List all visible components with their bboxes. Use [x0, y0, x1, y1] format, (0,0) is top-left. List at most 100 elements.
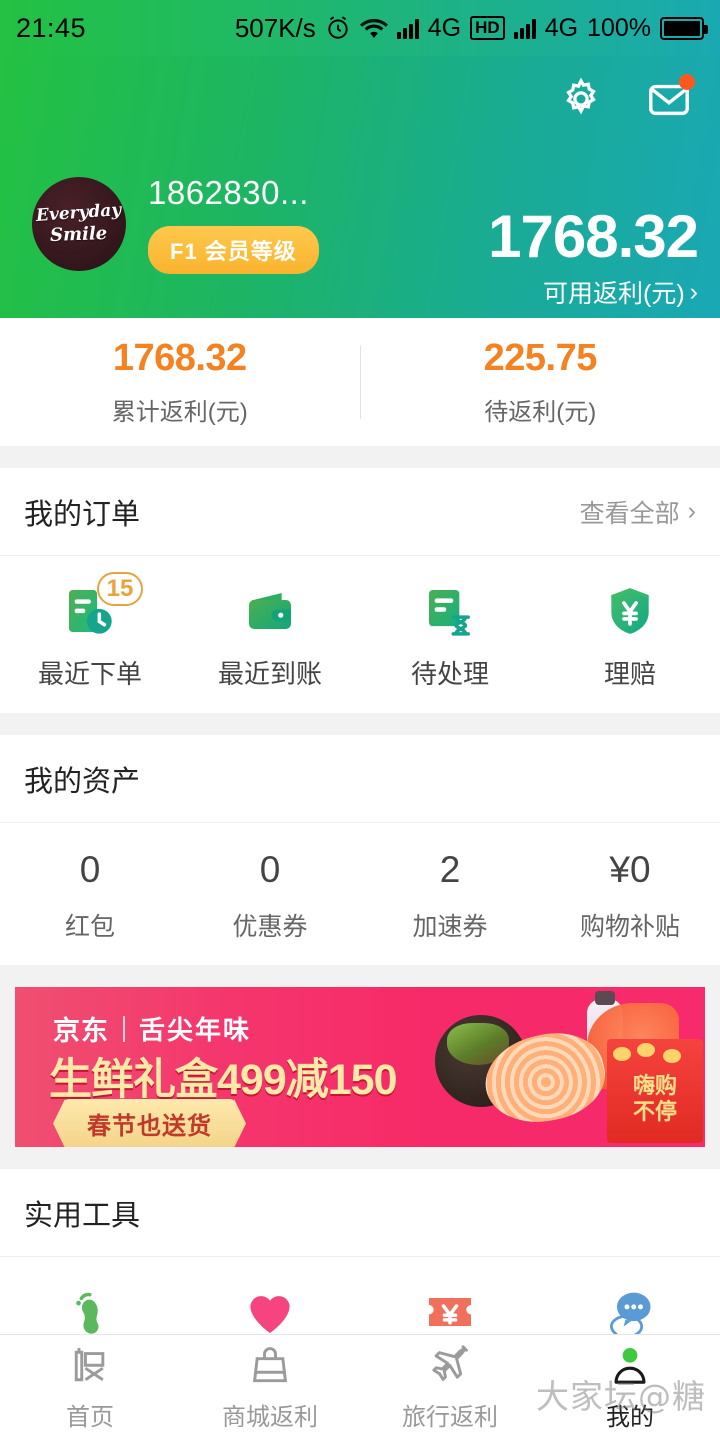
- order-hourglass-icon: [421, 582, 479, 640]
- order-item-received[interactable]: 最近到账: [180, 582, 360, 691]
- banner-brand-row: 京东 舌尖年味: [53, 1009, 251, 1048]
- status-time: 21:45: [16, 12, 87, 43]
- network-type-sim2: 4G: [544, 13, 579, 42]
- tool-item-chat[interactable]: [540, 1283, 720, 1341]
- tools-header: 实用工具: [0, 1169, 720, 1257]
- battery-icon: [660, 16, 708, 40]
- nav-item-label: 首页: [66, 1404, 114, 1431]
- rebate-stats-bar: 1768.32 累计返利(元) 225.75 待返利(元): [0, 318, 720, 446]
- my-assets-header: 我的资产: [0, 735, 720, 823]
- nav-item-travel-rebate[interactable]: 旅行返利: [360, 1343, 540, 1432]
- section-title: 实用工具: [24, 1199, 141, 1232]
- available-balance[interactable]: 1768.32 可用返利(元) ›: [488, 203, 699, 310]
- stat-label: 待返利(元): [484, 399, 597, 426]
- asset-label: 购物补贴: [579, 913, 680, 941]
- asset-item-subsidy[interactable]: ¥0 购物补贴: [540, 849, 720, 943]
- promo-banner[interactable]: 京东 舌尖年味 生鲜礼盒499减150 春节也送货 嗨购 不停: [15, 987, 705, 1147]
- footprint-icon: [61, 1283, 119, 1341]
- avatar-text-line1: Everyday: [35, 200, 123, 226]
- envelope-text: 嗨购 不停: [607, 1073, 703, 1125]
- network-speed: 507K/s: [234, 12, 316, 43]
- profile-block[interactable]: Everyday Smile 1862830... F1 会员等级: [32, 174, 319, 274]
- section-gap: [0, 965, 720, 987]
- nav-item-label: 旅行返利: [402, 1404, 498, 1431]
- promo-banner-wrap: 京东 舌尖年味 生鲜礼盒499减150 春节也送货 嗨购 不停: [0, 987, 720, 1147]
- stat-label: 累计返利(元): [111, 399, 248, 426]
- view-all-orders-button[interactable]: 查看全部 ›: [580, 494, 696, 530]
- airplane-icon: [427, 1343, 473, 1389]
- envelope-line2: 不停: [632, 1099, 677, 1124]
- mail-notification-dot: [679, 74, 695, 90]
- asset-item-coupon[interactable]: 0 优惠券: [180, 849, 360, 943]
- banner-cta-button[interactable]: 春节也送货: [63, 1099, 236, 1147]
- avatar-text-line2: Smile: [50, 223, 108, 246]
- asset-value: 0: [79, 849, 101, 890]
- nav-item-home[interactable]: 首页: [0, 1343, 180, 1432]
- coin-shape: [613, 1047, 631, 1061]
- asset-label: 红包: [64, 913, 115, 941]
- coin-shape: [637, 1043, 655, 1057]
- chat-bubble-icon: [601, 1283, 659, 1341]
- coin-shape: [663, 1049, 681, 1063]
- home-rebate-icon: [67, 1343, 113, 1389]
- username: 1862830...: [148, 174, 309, 211]
- chevron-right-icon: ›: [689, 277, 698, 306]
- order-item-label: 最近到账: [217, 659, 322, 689]
- assets-grid: 0 红包 0 优惠券 2 加速券 ¥0 购物补贴: [0, 823, 720, 965]
- stat-cumulative-rebate[interactable]: 1768.32 累计返利(元): [0, 337, 360, 427]
- mail-icon[interactable]: [646, 74, 695, 122]
- order-count-badge: 15: [97, 572, 143, 606]
- stat-pending-rebate[interactable]: 225.75 待返利(元): [361, 337, 720, 427]
- avatar[interactable]: Everyday Smile: [32, 177, 126, 271]
- red-envelope-image: 嗨购 不停: [607, 1039, 703, 1143]
- section-gap: [0, 1147, 720, 1169]
- view-all-label: 查看全部: [579, 499, 680, 528]
- order-item-pending[interactable]: 待处理: [360, 582, 540, 691]
- wallet-icon: [241, 582, 299, 640]
- order-item-claims[interactable]: 理赔: [540, 582, 720, 691]
- order-item-recent[interactable]: 15 最近下单: [0, 572, 180, 691]
- tool-item-coupon[interactable]: [360, 1283, 540, 1341]
- nav-item-mall-rebate[interactable]: 商城返利: [180, 1343, 360, 1432]
- coupon-yuan-icon: [421, 1283, 479, 1341]
- orders-grid: 15 最近下单 最近到账 待处理 理赔: [0, 556, 720, 713]
- envelope-line1: 嗨购: [632, 1073, 677, 1098]
- my-assets-card: 我的资产 0 红包 0 优惠券 2 加速券 ¥0 购物补贴: [0, 735, 720, 965]
- tool-item-footprint[interactable]: [0, 1283, 180, 1341]
- banner-separator: [123, 1015, 125, 1042]
- chevron-right-icon: ›: [687, 497, 696, 525]
- balance-label-row: 可用返利(元) ›: [488, 274, 698, 310]
- shopping-bag-icon: [247, 1343, 293, 1389]
- banner-subtitle: 舌尖年味: [139, 1015, 252, 1045]
- stat-value: 225.75: [483, 337, 598, 379]
- signal-bars-sim2: [513, 17, 536, 39]
- banner-food-artwork: 嗨购 不停: [375, 987, 705, 1147]
- order-clock-icon: 15: [61, 572, 143, 640]
- hd-icon: HD: [470, 16, 505, 40]
- balance-amount: 1768.32: [488, 203, 699, 270]
- tool-item-favorites[interactable]: [180, 1283, 360, 1341]
- person-icon: [607, 1343, 653, 1389]
- nav-item-label: 我的: [606, 1404, 654, 1431]
- section-title: 我的资产: [24, 765, 141, 798]
- asset-item-speedup[interactable]: 2 加速券: [360, 849, 540, 943]
- header-actions: [558, 74, 695, 122]
- nav-item-mine[interactable]: 我的: [540, 1343, 720, 1432]
- balance-label: 可用返利(元): [543, 280, 685, 308]
- battery-percent: 100%: [587, 13, 651, 42]
- banner-headline: 生鲜礼盒499减150: [49, 1056, 397, 1104]
- network-type-sim1: 4G: [427, 13, 462, 42]
- section-gap: [0, 446, 720, 468]
- status-bar: 21:45 507K/s 4G HD 4G 100%: [0, 0, 720, 56]
- section-gap: [0, 713, 720, 735]
- profile-info: 1862830... F1 会员等级: [148, 174, 319, 274]
- page-title: 我的订单: [24, 498, 141, 531]
- membership-level-badge[interactable]: F1 会员等级: [148, 226, 319, 274]
- signal-bars-sim1: [396, 17, 419, 39]
- gear-icon[interactable]: [558, 76, 604, 122]
- asset-value: ¥0: [609, 849, 651, 890]
- asset-item-redpacket[interactable]: 0 红包: [0, 849, 180, 943]
- asset-label: 加速券: [412, 913, 488, 941]
- order-item-label: 待处理: [410, 659, 489, 689]
- nav-item-label: 商城返利: [222, 1404, 318, 1431]
